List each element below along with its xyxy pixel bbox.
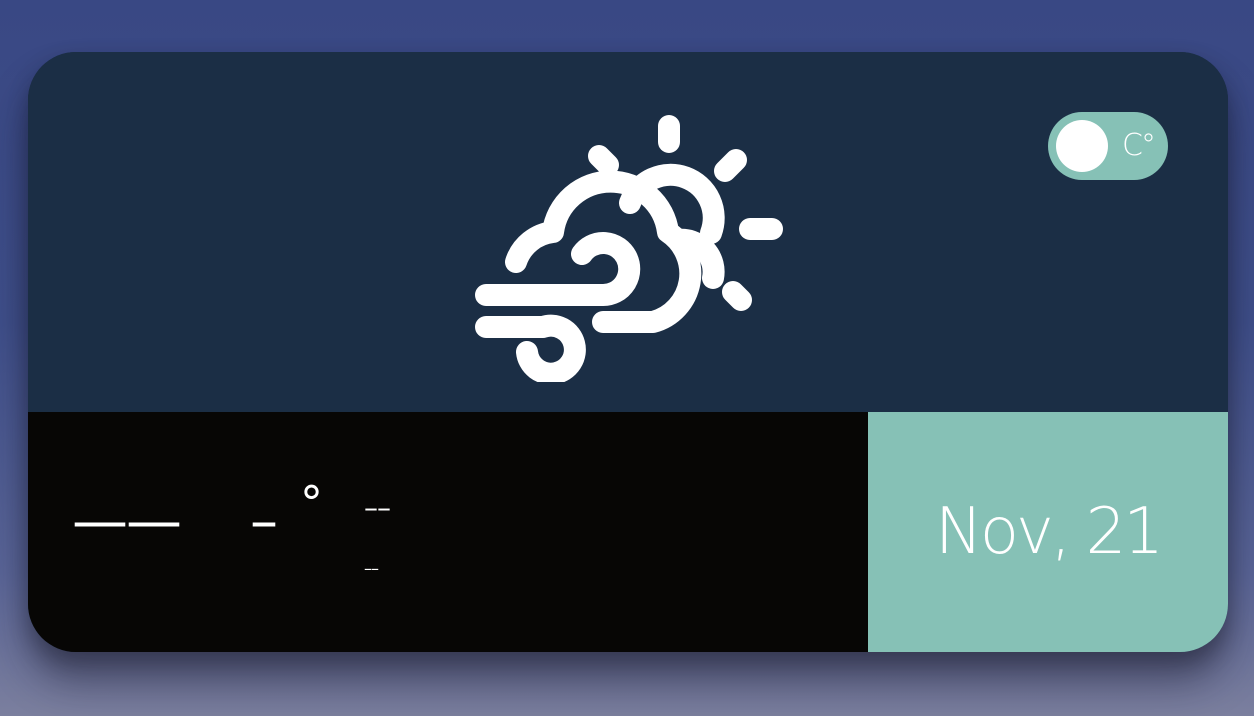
weather-card: C° —— – ° –– –– Nov, 21: [28, 52, 1228, 652]
low-temperature: ––: [364, 559, 379, 578]
location-name: ——: [72, 489, 182, 554]
temperature-unit-toggle[interactable]: C°: [1048, 112, 1168, 180]
toggle-knob[interactable]: [1056, 120, 1108, 172]
current-temperature: –: [250, 489, 278, 554]
high-temperature: ––: [364, 491, 391, 524]
weather-header: C°: [28, 52, 1228, 412]
date-panel: Nov, 21: [868, 412, 1228, 652]
windy-partly-cloudy-icon: [475, 115, 783, 382]
unit-label: C°: [1122, 128, 1156, 163]
degree-symbol: °: [300, 476, 323, 530]
current-date: Nov, 21: [934, 495, 1164, 569]
weather-readout-panel: —— – ° –– ––: [28, 412, 868, 652]
